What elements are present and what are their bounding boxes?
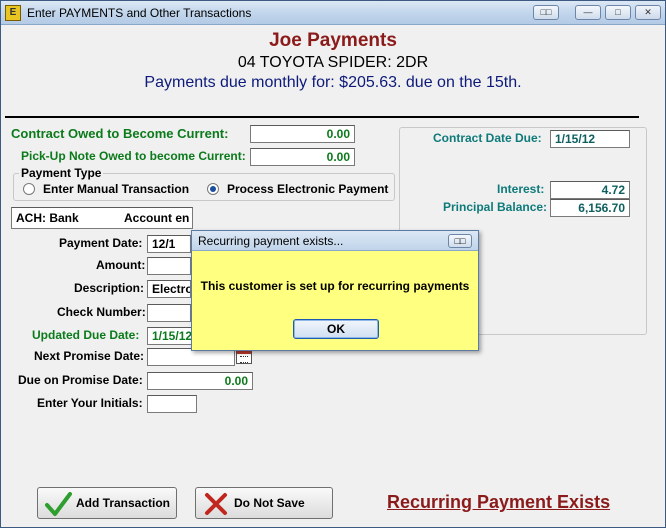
electronic-payment-radio[interactable]	[207, 183, 219, 195]
maximize-button[interactable]: □	[605, 5, 631, 20]
restore-icon[interactable]: □□	[533, 5, 559, 20]
minimize-button[interactable]: —	[575, 5, 601, 20]
close-button[interactable]: ✕	[635, 5, 661, 20]
updated-due-date-label: Updated Due Date:	[32, 328, 140, 342]
principal-balance-field[interactable]: 6,156.70	[550, 199, 630, 217]
contract-owed-label: Contract Owed to Become Current:	[11, 126, 229, 141]
dialog-title: Recurring payment exists...	[198, 234, 344, 248]
manual-transaction-radio[interactable]	[23, 183, 35, 195]
pickup-owed-field[interactable]: 0.00	[250, 148, 355, 166]
due-on-promise-label: Due on Promise Date:	[18, 373, 143, 387]
dialog-title-bar[interactable]: Recurring payment exists... □□	[192, 231, 478, 251]
description-label: Description:	[74, 281, 145, 295]
add-transaction-button[interactable]: Add Transaction	[37, 487, 177, 519]
initials-label: Enter Your Initials:	[37, 396, 143, 410]
contract-owed-field[interactable]: 0.00	[250, 125, 355, 143]
amount-label: Amount:	[96, 258, 146, 272]
ach-bank-label: ACH: Bank	[16, 211, 79, 225]
check-number-field[interactable]	[147, 304, 191, 322]
dialog-restore-icon[interactable]: □□	[448, 234, 472, 248]
initials-field[interactable]	[147, 395, 197, 413]
dialog-message: This customer is set up for recurring pa…	[200, 279, 470, 293]
vehicle-description: 04 TOYOTA SPIDER: 2DR	[237, 54, 429, 71]
ach-bank-field: ACH: Bank Account en	[11, 207, 193, 229]
next-promise-date-label: Next Promise Date:	[34, 349, 145, 363]
principal-balance-label: Principal Balance:	[443, 200, 548, 214]
manual-transaction-label[interactable]: Enter Manual Transaction	[43, 182, 189, 196]
main-window: E Enter PAYMENTS and Other Transactions …	[0, 0, 666, 528]
title-bar[interactable]: E Enter PAYMENTS and Other Transactions …	[1, 1, 665, 25]
payment-terms: Payments due monthly for: $205.63. due o…	[144, 74, 522, 91]
interest-field[interactable]: 4.72	[550, 181, 630, 199]
check-number-label: Check Number:	[57, 305, 146, 319]
form-body: Joe Payments 04 TOYOTA SPIDER: 2DR Payme…	[3, 26, 663, 526]
window-title: Enter PAYMENTS and Other Transactions	[27, 6, 252, 20]
pickup-owed-label: Pick-Up Note Owed to become Current:	[21, 149, 246, 163]
payment-date-label: Payment Date:	[59, 236, 143, 250]
amount-field[interactable]	[147, 257, 191, 275]
contract-date-due-field[interactable]: 1/15/12	[550, 130, 630, 148]
customer-name: Joe Payments	[269, 30, 397, 51]
interest-label: Interest:	[497, 182, 545, 196]
app-icon: E	[5, 5, 21, 21]
do-not-save-button[interactable]: Do Not Save	[195, 487, 333, 519]
payment-date-field[interactable]: 12/1	[147, 235, 191, 253]
recurring-payment-dialog: Recurring payment exists... □□ This cust…	[191, 230, 479, 351]
payment-type-label: Payment Type	[19, 166, 104, 180]
recurring-payment-status: Recurring Payment Exists	[387, 492, 611, 512]
calendar-icon[interactable]	[236, 350, 252, 364]
do-not-save-label: Do Not Save	[234, 496, 305, 510]
header-divider	[5, 116, 639, 118]
cancel-x-icon	[205, 493, 227, 515]
checkmark-icon	[45, 492, 72, 516]
add-transaction-label: Add Transaction	[76, 496, 171, 510]
ach-account-label: Account en	[124, 211, 190, 225]
electronic-payment-label[interactable]: Process Electronic Payment	[227, 182, 388, 196]
contract-date-due-label: Contract Date Due:	[433, 131, 542, 145]
description-field[interactable]: Electro	[147, 280, 191, 298]
dialog-ok-button[interactable]: OK	[293, 319, 379, 339]
due-on-promise-field[interactable]: 0.00	[147, 372, 253, 390]
